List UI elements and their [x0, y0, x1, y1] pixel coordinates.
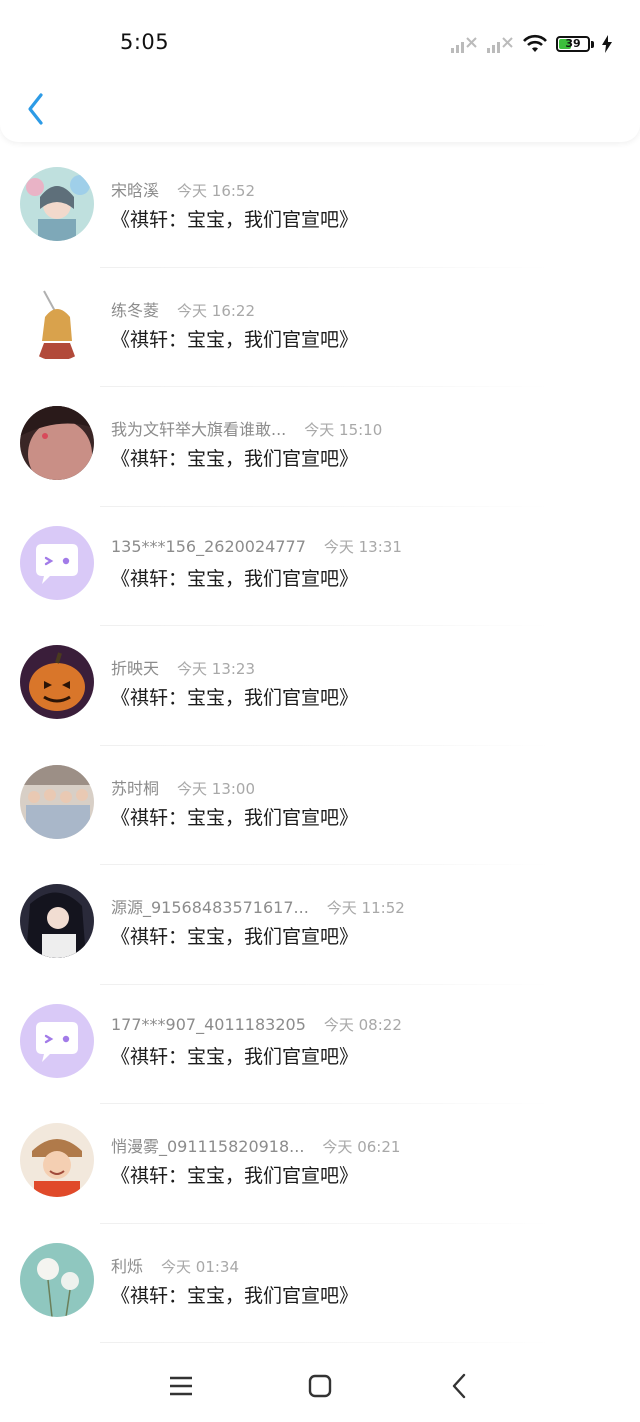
signal-off-icon-2	[487, 37, 513, 53]
system-nav-bar	[0, 1350, 640, 1422]
message-text: 《祺轩：宝宝，我们官宣吧》	[111, 1045, 359, 1068]
avatar[interactable]	[20, 406, 94, 480]
sender-name: 177***907_4011183205	[111, 1014, 306, 1034]
message-meta: 135***156_2620024777 今天 13:31	[111, 536, 402, 557]
list-item[interactable]: 我为文轩举大旗看谁敢... 今天 15:10 《祺轩：宝宝，我们官宣吧》	[0, 387, 640, 507]
message-meta: 177***907_4011183205 今天 08:22	[111, 1014, 402, 1035]
nav-back-button[interactable]	[441, 1370, 477, 1402]
list-item[interactable]: 折映天 今天 13:23 《祺轩：宝宝，我们官宣吧》	[0, 626, 640, 746]
message-time: 今天 13:00	[177, 779, 256, 798]
sender-name: 利烁	[111, 1256, 144, 1276]
default-chat-avatar-icon[interactable]	[20, 1003, 94, 1078]
message-text: 《祺轩：宝宝，我们官宣吧》	[111, 328, 359, 351]
header: 5:05 39	[0, 0, 640, 142]
message-meta: 苏时桐 今天 13:00	[111, 775, 255, 799]
sender-name: 宋晗溪	[111, 181, 160, 200]
message-text: 《祺轩：宝宝，我们官宣吧》	[111, 806, 359, 829]
message-time: 今天 11:52	[326, 899, 405, 917]
sender-name: 折映天	[111, 659, 160, 678]
message-meta: 宋晗溪 今天 16:52	[111, 177, 255, 201]
avatar[interactable]	[20, 884, 94, 958]
divider	[100, 1342, 550, 1343]
wifi-icon	[523, 34, 547, 52]
chevron-left-icon	[28, 93, 43, 125]
message-meta: 折映天 今天 13:23	[111, 655, 255, 679]
avatar[interactable]	[20, 1123, 94, 1197]
home-button[interactable]	[302, 1370, 338, 1402]
battery-level: 39	[565, 37, 581, 50]
message-text: 《祺轩：宝宝，我们官宣吧》	[111, 1165, 359, 1187]
default-chat-avatar-icon[interactable]	[20, 525, 94, 600]
list-item[interactable]: 源源_91568483571617... 今天 11:52 《祺轩：宝宝，我们官宣…	[0, 865, 640, 985]
list-item[interactable]: 利烁 今天 01:34 《祺轩：宝宝，我们官宣吧》	[0, 1224, 640, 1343]
list-item[interactable]: 悄漫雾_091115820918... 今天 06:21 《祺轩：宝宝，我们官宣吧…	[0, 1104, 640, 1224]
sender-name: 135***156_2620024777	[111, 536, 306, 556]
avatar[interactable]	[20, 167, 94, 241]
back-button[interactable]	[22, 90, 52, 128]
charging-icon	[602, 35, 612, 53]
back-icon	[452, 1373, 466, 1399]
avatar[interactable]	[20, 764, 94, 839]
battery-icon: 39	[556, 36, 590, 52]
list-item[interactable]: 苏时桐 今天 13:00 《祺轩：宝宝，我们官宣吧》	[0, 746, 640, 865]
message-time: 今天 13:31	[323, 537, 402, 556]
battery-cap	[591, 40, 594, 48]
list-item[interactable]: 练冬菱 今天 16:22 《祺轩：宝宝，我们官宣吧》	[0, 268, 640, 387]
menu-button[interactable]	[163, 1370, 199, 1402]
sender-name: 源源_91568483571617...	[111, 898, 309, 917]
message-text: 《祺轩：宝宝，我们官宣吧》	[111, 926, 359, 948]
message-text: 《祺轩：宝宝，我们官宣吧》	[111, 567, 359, 590]
message-text: 《祺轩：宝宝，我们官宣吧》	[111, 687, 359, 709]
message-text: 《祺轩：宝宝，我们官宣吧》	[111, 448, 359, 470]
message-time: 今天 08:22	[323, 1015, 402, 1034]
message-text: 《祺轩：宝宝，我们官宣吧》	[111, 209, 359, 231]
message-meta: 利烁 今天 01:34	[111, 1253, 239, 1277]
list-item[interactable]: 177***907_4011183205 今天 08:22 《祺轩：宝宝，我们官宣…	[0, 985, 640, 1104]
message-time: 今天 16:52	[177, 182, 256, 200]
list-item[interactable]: 135***156_2620024777 今天 13:31 《祺轩：宝宝，我们官宣…	[0, 507, 640, 626]
sender-name: 练冬菱	[111, 300, 160, 320]
sender-name: 悄漫雾_091115820918...	[111, 1137, 305, 1156]
message-list: 宋晗溪 今天 16:52 《祺轩：宝宝，我们官宣吧》 练冬菱 今天 16:22 《祺…	[0, 148, 640, 1343]
status-time: 5:05	[120, 30, 170, 54]
sender-name: 我为文轩举大旗看谁敢...	[111, 420, 287, 439]
home-icon	[308, 1374, 332, 1398]
message-meta: 我为文轩举大旗看谁敢... 今天 15:10	[111, 416, 382, 440]
message-time: 今天 01:34	[161, 1257, 240, 1276]
message-time: 今天 06:21	[322, 1138, 401, 1156]
status-icons: 39	[450, 32, 612, 56]
message-time: 今天 13:23	[177, 660, 256, 678]
message-meta: 源源_91568483571617... 今天 11:52	[111, 894, 405, 918]
message-time: 今天 16:22	[177, 301, 256, 320]
menu-icon	[170, 1376, 192, 1396]
avatar[interactable]	[20, 286, 94, 361]
status-bar: 5:05 39	[0, 0, 640, 80]
message-meta: 悄漫雾_091115820918... 今天 06:21	[111, 1133, 400, 1157]
sender-name: 苏时桐	[111, 778, 160, 798]
signal-off-icon	[451, 37, 477, 53]
message-meta: 练冬菱 今天 16:22	[111, 297, 255, 321]
list-item[interactable]: 宋晗溪 今天 16:52 《祺轩：宝宝，我们官宣吧》	[0, 148, 640, 268]
avatar[interactable]	[20, 645, 94, 719]
message-time: 今天 15:10	[304, 421, 383, 439]
message-text: 《祺轩：宝宝，我们官宣吧》	[111, 1284, 359, 1307]
avatar[interactable]	[20, 1242, 94, 1317]
